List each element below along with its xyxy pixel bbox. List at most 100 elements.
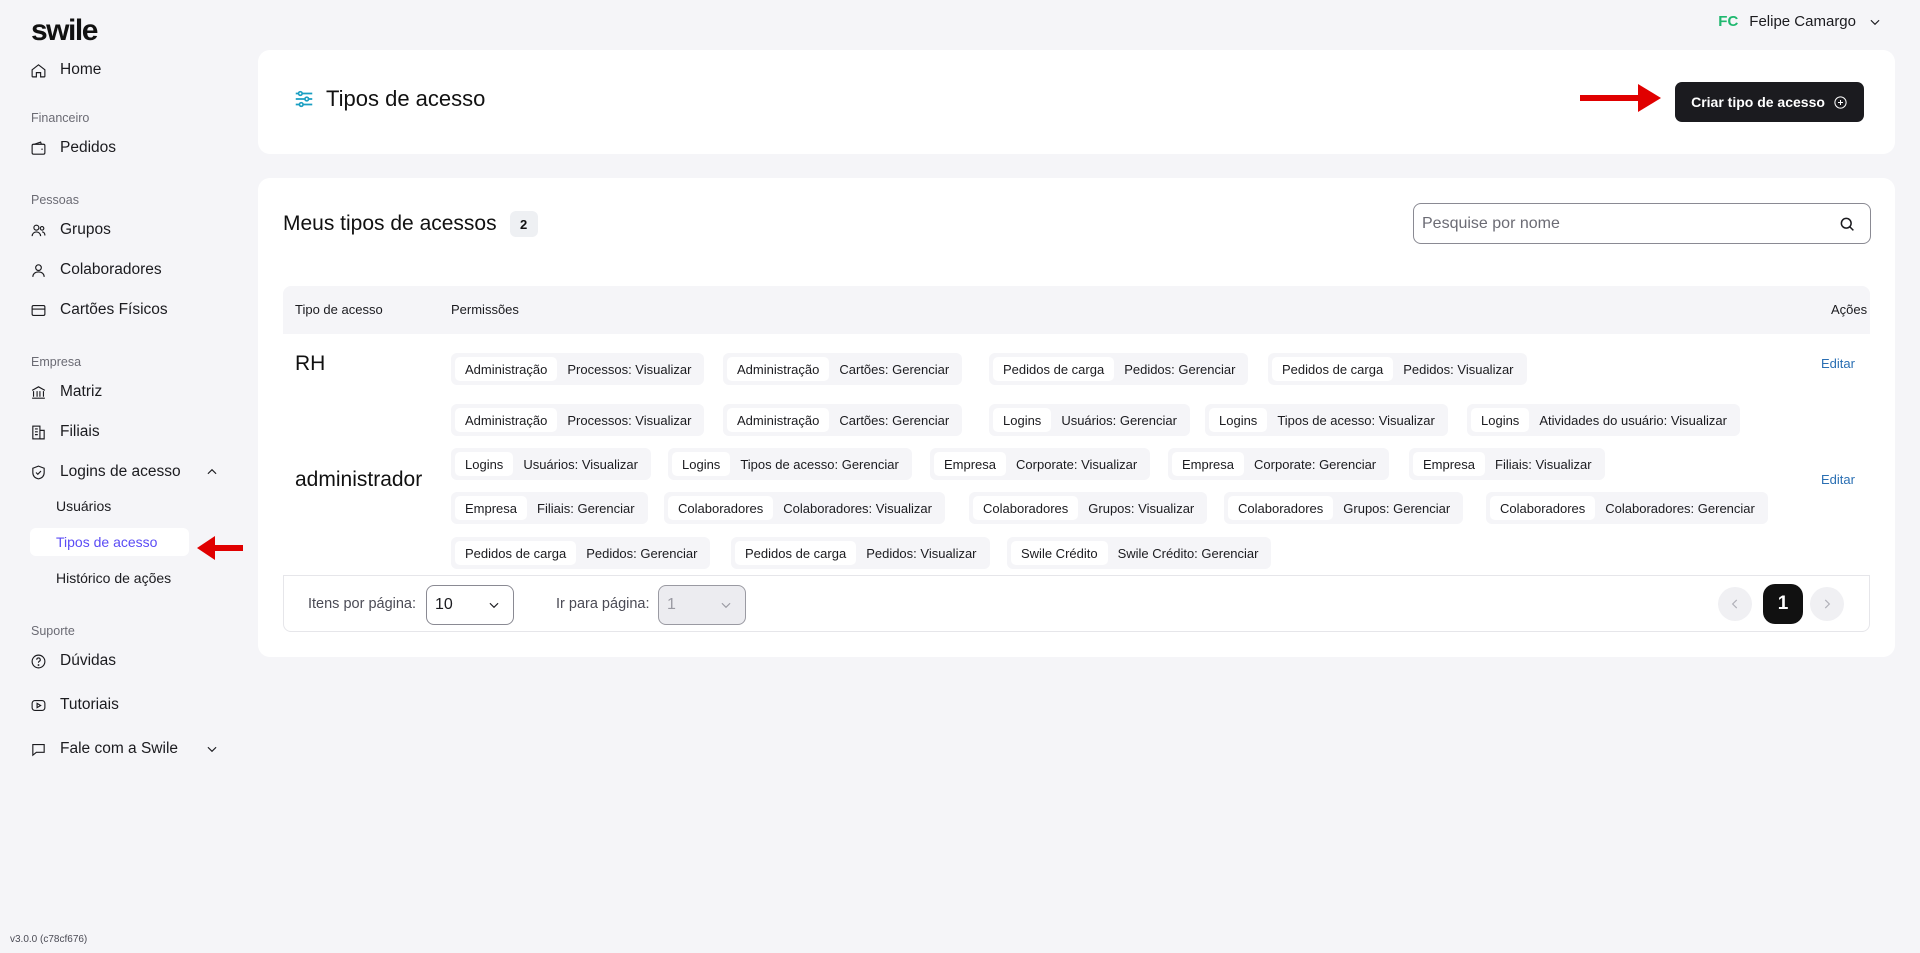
sidebar-item-grupos[interactable]: Grupos	[30, 218, 111, 242]
wallet-icon	[31, 140, 46, 155]
access-types-panel: Meus tipos de acessos 2 Tipo de acesso P…	[258, 178, 1895, 657]
sidebar-item-fale[interactable]: Fale com a Swile	[30, 737, 178, 761]
permission-category: Logins	[1209, 408, 1268, 432]
permission-category: Administração	[455, 357, 558, 381]
permission-chip: Pedidos de carga Pedidos: Visualizar	[731, 537, 990, 569]
permission-scope: Swile Crédito: Gerenciar	[1117, 545, 1259, 561]
search-icon[interactable]	[1838, 215, 1856, 233]
permission-scope: Cartões: Gerenciar	[839, 361, 950, 377]
sidebar-item-label: Fale com a Swile	[60, 740, 179, 757]
card-icon	[31, 304, 46, 316]
permission-chip: Empresa Filiais: Visualizar	[1409, 448, 1605, 480]
permission-scope: Corporate: Visualizar	[1016, 456, 1138, 472]
permission-scope: Processos: Visualizar	[567, 361, 692, 377]
chat-icon	[32, 743, 45, 756]
permission-category: Empresa	[1172, 452, 1245, 476]
search-box[interactable]	[1413, 203, 1871, 244]
permission-category: Swile Crédito	[1011, 541, 1108, 565]
goto-page-label: Ir para página:	[556, 596, 650, 612]
sidebar-item-home[interactable]: Home	[30, 58, 101, 82]
user-menu[interactable]: FC Felipe Camargo	[1718, 13, 1882, 30]
permission-chip: Logins Usuários: Visualizar	[451, 448, 651, 480]
permission-scope: Tipos de acesso: Visualizar	[1277, 412, 1435, 428]
play-icon	[31, 699, 46, 711]
permission-category: Logins	[993, 408, 1052, 432]
permission-chip: Logins Tipos de acesso: Gerenciar	[668, 448, 912, 480]
permission-scope: Usuários: Visualizar	[523, 456, 638, 472]
section-pessoas: Pessoas	[31, 193, 79, 207]
plus-circle-icon	[1834, 95, 1847, 109]
chevron-left-icon	[1731, 599, 1738, 609]
sliders-icon	[295, 90, 313, 108]
sidebar-item-label: Tutoriais	[60, 696, 119, 713]
sidebar-item-filiais[interactable]: Filiais	[30, 420, 100, 444]
column-header-tipo: Tipo de acesso	[295, 302, 383, 317]
goto-page-select[interactable]: 1	[658, 585, 746, 625]
permission-scope: Grupos: Gerenciar	[1343, 500, 1451, 516]
sidebar: swile Home Financeiro Pedidos Pessoas Gr…	[0, 0, 250, 953]
section-financeiro: Financeiro	[31, 111, 90, 125]
permission-chip: Swile Crédito Swile Crédito: Gerenciar	[1007, 537, 1272, 569]
permission-scope: Atividades do usuário: Visualizar	[1539, 412, 1727, 428]
users-icon	[31, 224, 46, 236]
chevron-right-icon	[1824, 599, 1831, 609]
sidebar-item-pedidos[interactable]: Pedidos	[30, 136, 116, 160]
sidebar-item-label: Grupos	[60, 221, 111, 238]
permission-chip: Empresa Filiais: Gerenciar	[451, 492, 648, 524]
permission-scope: Cartões: Gerenciar	[839, 412, 950, 428]
shield-check-icon	[32, 465, 45, 479]
sidebar-subitem-historico[interactable]: Histórico de ações	[56, 570, 171, 586]
chevron-down-icon	[489, 602, 499, 609]
sidebar-item-matriz[interactable]: Matriz	[30, 380, 102, 404]
create-access-type-button[interactable]: Criar tipo de acesso	[1675, 82, 1864, 122]
permission-chip: Logins Usuários: Gerenciar	[989, 404, 1190, 436]
chevron-up-icon[interactable]	[205, 465, 219, 479]
items-per-page-select[interactable]: 10	[426, 585, 514, 625]
sidebar-item-tutoriais[interactable]: Tutoriais	[30, 693, 119, 717]
sidebar-subitem-usuarios[interactable]: Usuários	[56, 498, 111, 514]
permission-category: Colaboradores	[1490, 496, 1596, 520]
user-icon	[32, 263, 45, 277]
user-name: Felipe Camargo	[1749, 13, 1856, 30]
permission-category: Logins	[672, 452, 731, 476]
permission-chip: Colaboradores Colaboradores: Gerenciar	[1486, 492, 1768, 524]
permission-chip: Empresa Corporate: Visualizar	[930, 448, 1151, 480]
row-name-administrador: administrador	[295, 468, 423, 491]
permission-chip: Administração Processos: Visualizar	[451, 353, 705, 385]
sidebar-item-duvidas[interactable]: Dúvidas	[30, 649, 116, 673]
swile-logo[interactable]: swile	[31, 14, 98, 48]
pagination-bar: Itens por página: 10 Ir para página: 1 1	[283, 575, 1870, 632]
items-per-page-label: Itens por página:	[308, 596, 417, 612]
sidebar-item-logins[interactable]: Logins de acesso	[30, 460, 181, 484]
sidebar-item-colaboradores[interactable]: Colaboradores	[30, 258, 162, 282]
items-per-page-value: 10	[435, 596, 453, 613]
sidebar-item-label: Colaboradores	[60, 261, 162, 278]
permission-category: Colaboradores	[668, 496, 774, 520]
edit-link-administrador[interactable]: Editar	[1821, 472, 1855, 487]
sidebar-item-label: Home	[60, 61, 102, 78]
page-header: Tipos de acesso Criar tipo de acesso	[258, 50, 1895, 154]
chevron-down-icon[interactable]	[205, 742, 219, 756]
permission-category: Administração	[727, 408, 830, 432]
current-page-button[interactable]: 1	[1763, 584, 1803, 624]
prev-page-button[interactable]	[1718, 587, 1752, 621]
permission-category: Pedidos de carga	[1272, 357, 1394, 381]
sidebar-item-label: Cartões Físicos	[60, 301, 168, 318]
section-title: Meus tipos de acessos	[283, 212, 497, 235]
permission-category: Colaboradores	[1228, 496, 1334, 520]
section-empresa: Empresa	[31, 355, 82, 369]
sidebar-item-label: Matriz	[60, 383, 103, 400]
sidebar-item-cartoes[interactable]: Cartões Físicos	[30, 298, 168, 322]
permission-chip: Logins Tipos de acesso: Visualizar	[1205, 404, 1448, 436]
table-header: Tipo de acesso Permissões Ações	[283, 286, 1870, 334]
next-page-button[interactable]	[1810, 587, 1844, 621]
create-button-label: Criar tipo de acesso	[1691, 94, 1825, 110]
permission-scope: Pedidos: Visualizar	[1403, 361, 1514, 377]
search-input[interactable]	[1422, 214, 1838, 233]
edit-link-rh[interactable]: Editar	[1821, 356, 1855, 371]
goto-page-value: 1	[667, 596, 676, 613]
permission-scope: Filiais: Visualizar	[1495, 456, 1592, 472]
permission-scope: Usuários: Gerenciar	[1061, 412, 1177, 428]
permission-scope: Colaboradores: Gerenciar	[1605, 500, 1755, 516]
sidebar-subitem-tipos-de-acesso[interactable]: Tipos de acesso	[30, 528, 189, 556]
